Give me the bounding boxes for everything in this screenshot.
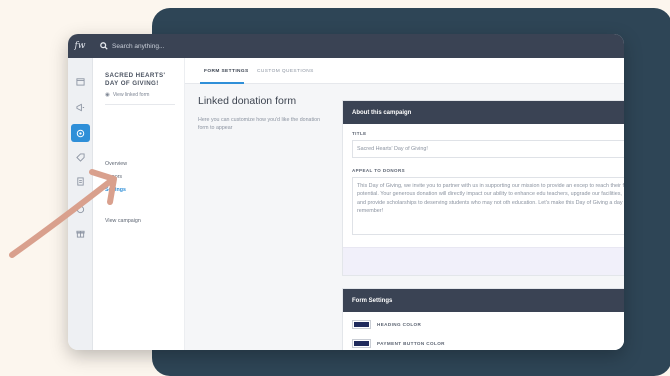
tag-icon[interactable]	[68, 148, 93, 166]
appeal-label: APPEAL TO DONORS	[352, 168, 405, 173]
heading-color-swatch[interactable]	[352, 320, 371, 329]
campaign-subnav: SACRED HEARTS' DAY OF GIVING! ◉ View lin…	[93, 58, 185, 350]
heading-color-label: HEADING COLOR	[377, 322, 422, 327]
payment-button-color-label: PAYMENT BUTTON COLOR	[377, 341, 445, 346]
view-linked-form-link[interactable]: ◉ View linked form	[105, 92, 149, 98]
subnav-item-settings[interactable]: Settings	[105, 187, 126, 193]
tab-bar: FORM SETTINGS CUSTOM QUESTIONS	[185, 58, 624, 84]
icon-rail	[68, 58, 93, 350]
form-settings-header: Form Settings	[343, 289, 624, 312]
payment-button-color-swatch[interactable]	[352, 339, 371, 348]
view-linked-form-label: View linked form	[112, 92, 150, 98]
heading-color-row[interactable]: HEADING COLOR	[352, 320, 421, 329]
main-content: FORM SETTINGS CUSTOM QUESTIONS Linked do…	[185, 58, 624, 350]
coin-icon[interactable]	[68, 200, 93, 218]
appeal-textarea[interactable]: This Day of Giving, we invite you to par…	[352, 177, 624, 235]
divider	[105, 104, 175, 105]
tab-custom-questions[interactable]: CUSTOM QUESTIONS	[257, 69, 314, 74]
about-card-footer	[343, 247, 624, 275]
title-label: TITLE	[352, 131, 367, 136]
app-window: fw Search anything... SACRED HEARTS' DAY	[68, 34, 624, 350]
gift-icon[interactable]	[68, 224, 93, 242]
tab-form-settings[interactable]: FORM SETTINGS	[204, 69, 249, 74]
search-bar[interactable]: Search anything...	[100, 42, 164, 50]
about-campaign-card: About this campaign TITLE Sacred Hearts'…	[342, 100, 624, 276]
subnav-item-overview[interactable]: Overview	[105, 161, 127, 167]
payment-button-color-row[interactable]: PAYMENT BUTTON COLOR	[352, 339, 445, 348]
about-campaign-header: About this campaign	[343, 101, 624, 124]
eye-icon: ◉	[105, 92, 110, 98]
megaphone-icon[interactable]	[68, 98, 93, 116]
search-placeholder: Search anything...	[112, 42, 165, 50]
search-icon	[100, 42, 108, 50]
active-tab-indicator	[200, 82, 244, 84]
app-logo[interactable]: fw	[68, 34, 92, 58]
receipt-icon[interactable]	[68, 172, 93, 190]
title-input[interactable]: Sacred Hearts' Day of Giving!	[352, 140, 624, 158]
target-icon[interactable]	[71, 124, 90, 142]
campaign-name: SACRED HEARTS' DAY OF GIVING!	[105, 72, 166, 87]
form-settings-card: Form Settings HEADING COLOR PAYMENT BUTT…	[342, 288, 624, 350]
calendar-icon[interactable]	[68, 72, 93, 90]
section-title: Linked donation form	[198, 95, 297, 107]
subnav-item-view-campaign[interactable]: View campaign	[105, 218, 141, 224]
section-description: Here you can customize how you'd like th…	[198, 117, 321, 131]
subnav-item-donors[interactable]: Donors	[105, 174, 122, 180]
top-bar: fw Search anything...	[68, 34, 624, 58]
